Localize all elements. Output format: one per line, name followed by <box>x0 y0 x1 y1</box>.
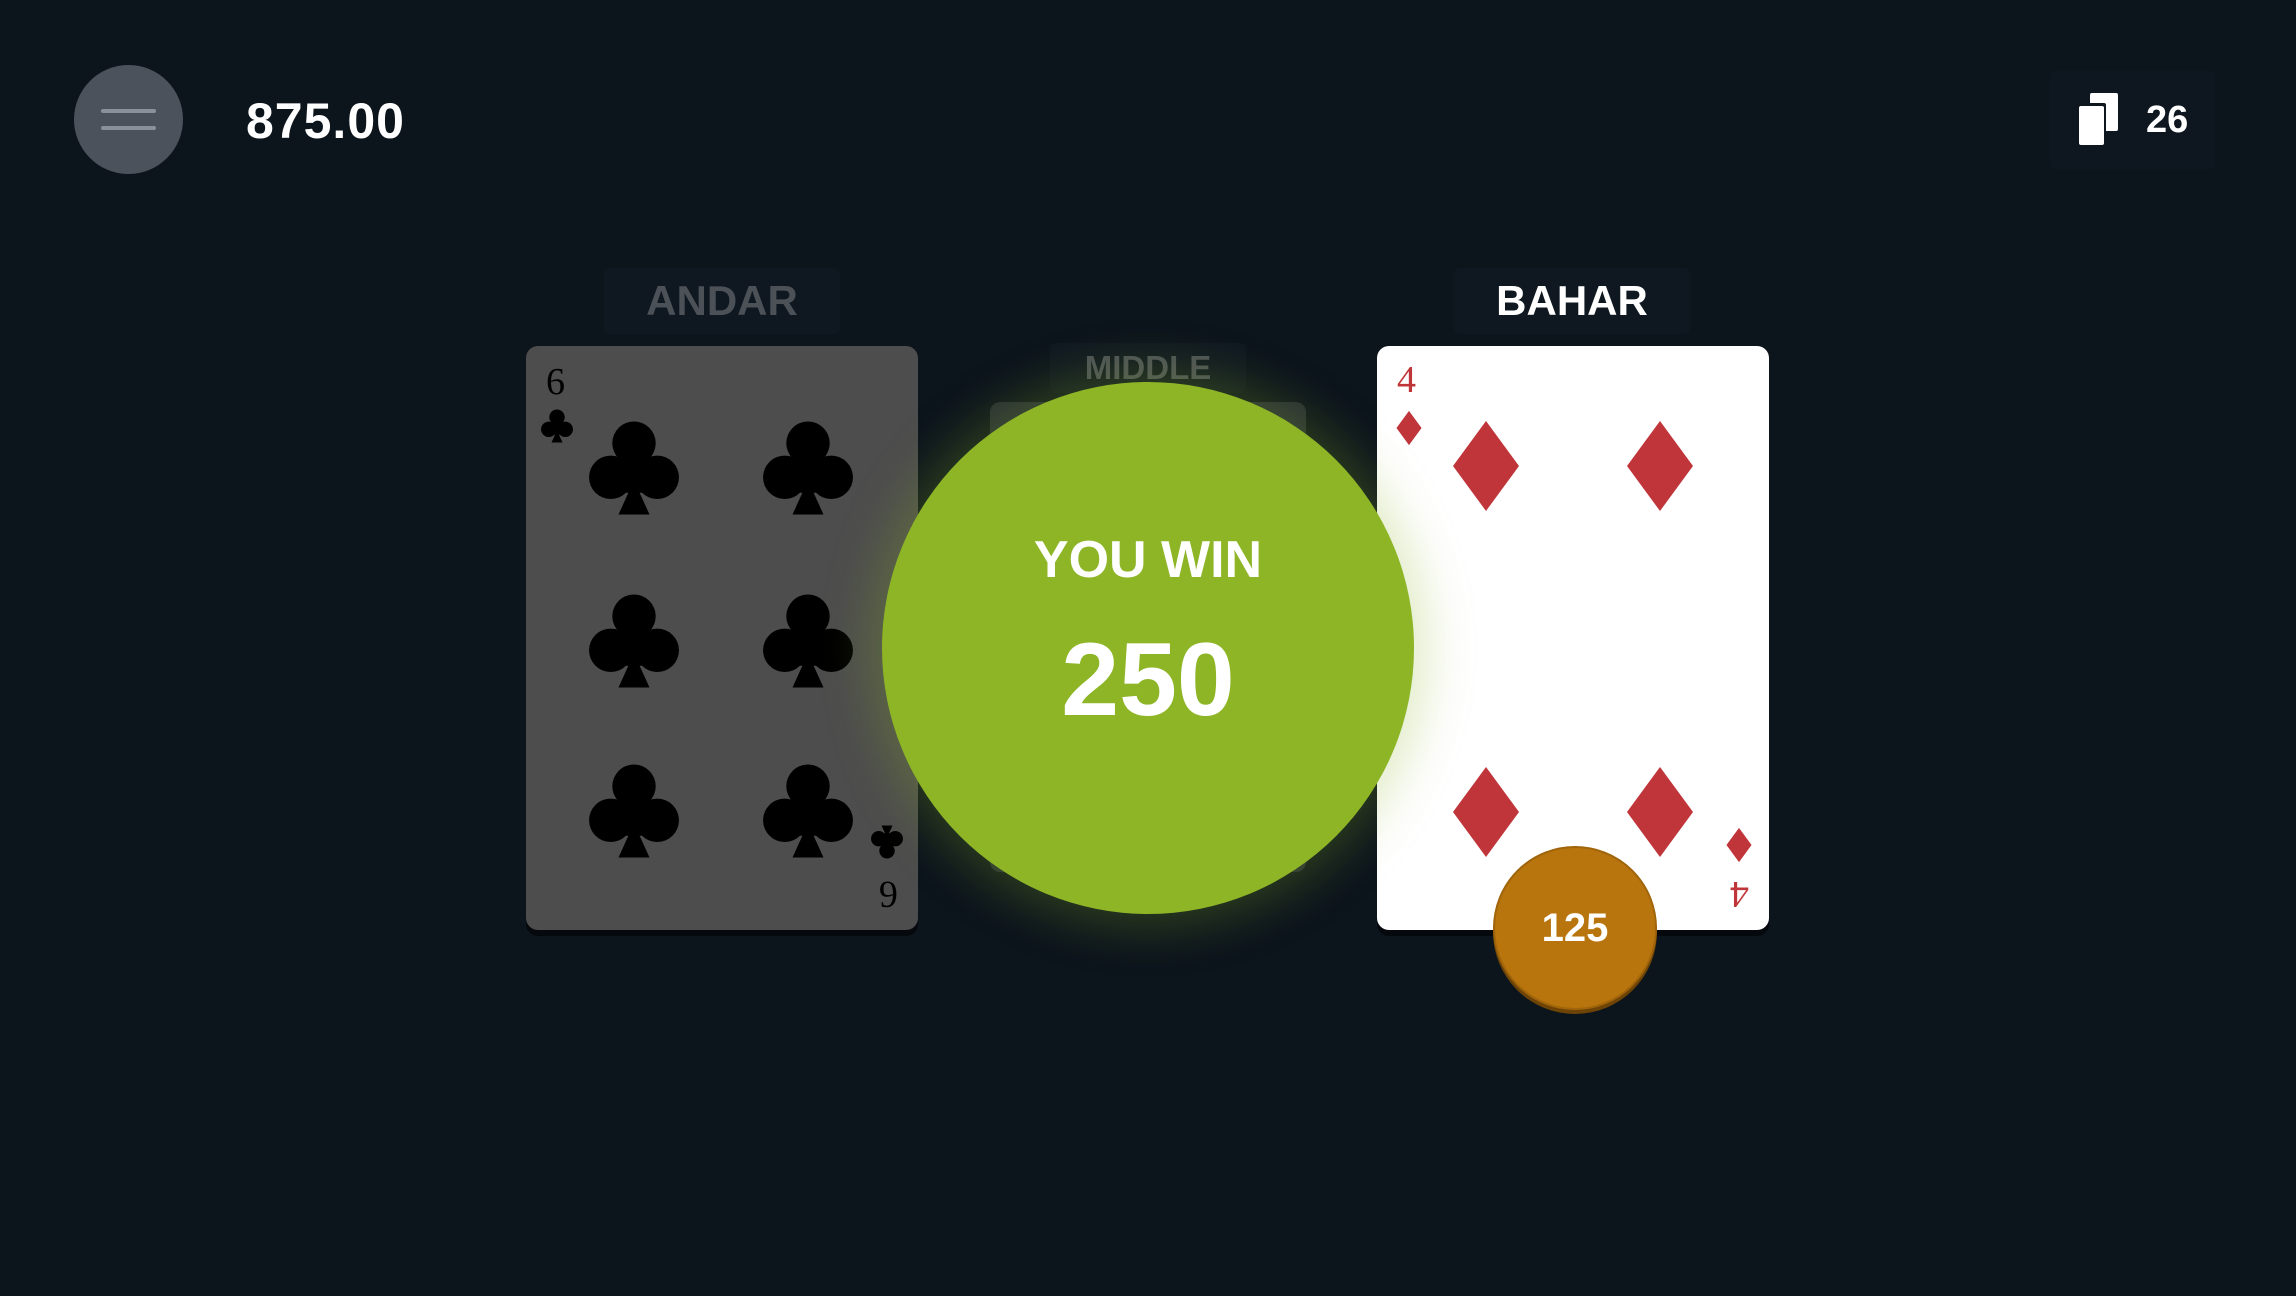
diamond-pip <box>1627 767 1693 857</box>
hamburger-menu-icon[interactable] <box>74 65 183 174</box>
cards-stack-icon <box>2076 93 2118 147</box>
bahar-label[interactable]: BAHAR <box>1454 268 1690 334</box>
menu-bar-bottom <box>101 126 156 130</box>
win-result-overlay: YOU WIN 250 <box>882 382 1414 914</box>
card-rank-bottom: 4 <box>1730 873 1749 915</box>
menu-bar-top <box>101 109 156 113</box>
card-rank-top: 4 <box>1397 359 1416 401</box>
deck-counter: 26 <box>2050 70 2215 170</box>
bahar-card: 4 4 <box>1377 346 1769 930</box>
bet-chip[interactable]: 125 <box>1493 846 1657 1010</box>
diamond-pip-corner-top <box>1396 410 1422 446</box>
win-amount: 250 <box>1061 622 1235 738</box>
win-title: YOU WIN <box>1033 531 1263 589</box>
diamond-pip-corner-bottom <box>1726 827 1752 863</box>
andar-card: 6 6 <box>526 346 918 930</box>
diamond-pip <box>1453 767 1519 857</box>
diamond-pip <box>1453 421 1519 511</box>
balance-display: 875.00 <box>246 93 405 149</box>
four-of-diamonds-card-face: 4 4 <box>1396 359 1752 915</box>
diamond-pip <box>1627 421 1693 511</box>
andar-label[interactable]: ANDAR <box>604 268 840 334</box>
game-screen: 875.00 26 ANDAR BAHAR MIDDLE 6 6 4 4 YOU… <box>0 0 2296 1296</box>
six-of-clubs-card-face: 6 6 <box>541 361 903 915</box>
deck-count: 26 <box>2146 99 2189 141</box>
